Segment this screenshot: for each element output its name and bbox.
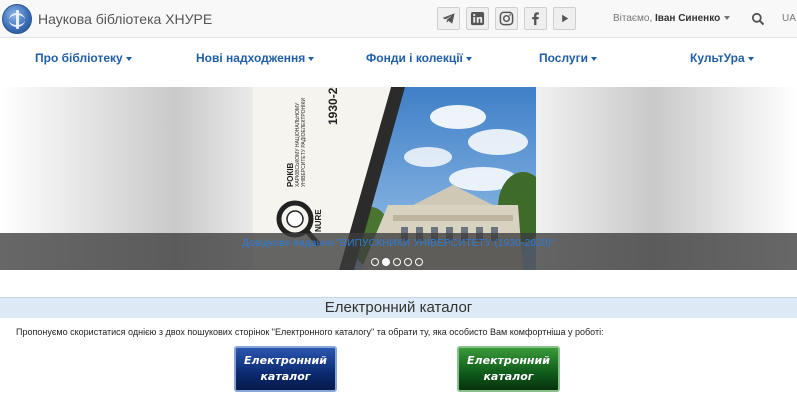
poster-nure: NURE [314, 209, 323, 232]
nav-item-label: КультУра [690, 51, 745, 65]
facebook-icon[interactable] [524, 7, 547, 30]
search-icon[interactable] [751, 12, 765, 26]
nav-item-culture[interactable]: КультУра [690, 51, 754, 65]
catalog-button-label: каталог [260, 370, 311, 383]
carousel-indicator-active[interactable] [382, 258, 390, 266]
carousel-indicator[interactable] [415, 258, 423, 266]
telegram-icon[interactable] [437, 7, 460, 30]
linkedin-icon[interactable] [466, 7, 489, 30]
chevron-down-icon [724, 16, 731, 21]
poster-years: 1930-2020 [326, 87, 340, 125]
chevron-down-icon [308, 56, 315, 61]
nav-item-about[interactable]: Про бібліотеку [35, 51, 132, 65]
greeting-prefix: Вітаємо, [613, 13, 653, 24]
top-bar: Наукова бібліотека ХНУРЕ Вітаємо, Іван С… [0, 0, 797, 38]
carousel-indicator[interactable] [371, 258, 379, 266]
nav-item-label: Фонди і колекції [366, 51, 463, 65]
catalog-title: Електронний каталог [324, 299, 473, 316]
nav-item-label: Нові надходження [196, 51, 306, 65]
main-nav: Про бібліотеку Нові надходження Фонди і … [0, 39, 797, 77]
nav-item-services[interactable]: Послуги [539, 51, 597, 65]
library-logo[interactable] [2, 4, 32, 34]
youtube-icon[interactable] [553, 7, 576, 30]
user-name: Іван Синенко [655, 13, 721, 24]
carousel-indicator[interactable] [393, 258, 401, 266]
catalog-button-1[interactable]: Електронний каталог [234, 346, 337, 392]
carousel-indicators [371, 258, 423, 267]
catalog-button-label: Електронний [467, 354, 550, 367]
site-title[interactable]: Наукова бібліотека ХНУРЕ [38, 11, 212, 27]
catalog-button-label: каталог [483, 370, 534, 383]
chevron-down-icon [590, 56, 597, 61]
instagram-icon[interactable] [495, 7, 518, 30]
user-greeting[interactable]: Вітаємо, Іван Синенко [613, 13, 731, 24]
nav-item-label: Послуги [539, 51, 588, 65]
catalog-button-2[interactable]: Електронний каталог [457, 346, 560, 392]
carousel-indicator[interactable] [404, 258, 412, 266]
chevron-down-icon [465, 56, 472, 61]
language-switcher[interactable]: UA [782, 13, 796, 24]
chevron-down-icon [747, 56, 754, 61]
nav-item-label: Про бібліотеку [35, 51, 123, 65]
poster-small-text: РОКІВ [286, 162, 295, 187]
catalog-button-label: Електронний [244, 354, 327, 367]
catalog-intro: Пропонуємо скористатися однією з двох по… [16, 327, 604, 337]
carousel-caption[interactable]: Довідкове видання "ВИПУСКНИКИ УНІВЕРСИТЕ… [0, 238, 797, 249]
nav-item-collections[interactable]: Фонди і колекції [366, 51, 472, 65]
chevron-down-icon [125, 56, 132, 61]
nav-item-new-arrivals[interactable]: Нові надходження [196, 51, 315, 65]
poster-university-line2: УНІВЕРСИТЕТУ РАДІОЕЛЕКТРОНІКИ [301, 97, 307, 187]
